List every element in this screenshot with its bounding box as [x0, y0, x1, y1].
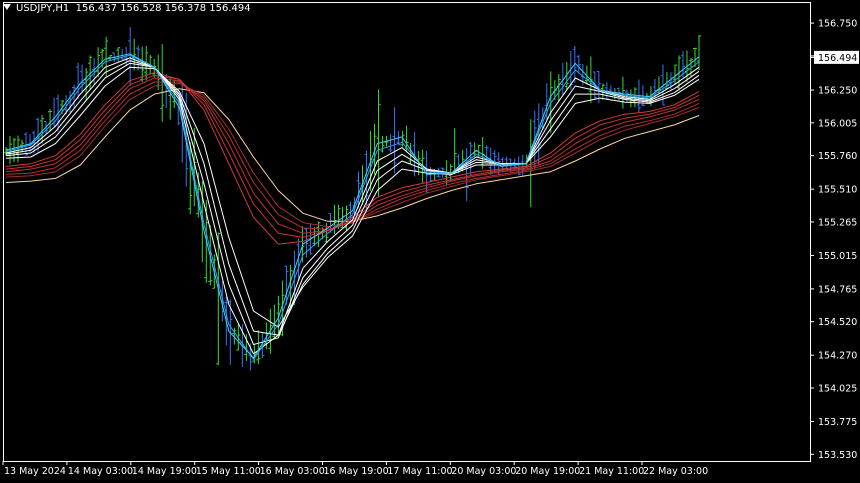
y-tick-label: 154.025: [818, 384, 857, 395]
x-tick-label: 17 May 11:00: [387, 466, 452, 477]
x-tick-label: 14 May 19:00: [132, 466, 197, 477]
x-tick-label: 16 May 19:00: [324, 466, 389, 477]
x-tick-label: 13 May 2024: [4, 466, 66, 477]
y-tick-label: 155.510: [818, 185, 857, 196]
current-price-marker: 156.494: [810, 50, 859, 64]
x-tick-label: 20 May 19:00: [515, 466, 580, 477]
x-tick-label: 15 May 11:00: [196, 466, 261, 477]
y-tick-label: 156.750: [818, 19, 857, 30]
y-tick-label: 156.250: [818, 86, 857, 97]
x-tick-label: 20 May 03:00: [451, 466, 516, 477]
y-tick-label: 155.015: [818, 251, 857, 262]
x-tick-label: 22 May 03:00: [643, 466, 708, 477]
y-tick-label: 155.760: [818, 151, 857, 162]
y-tick-label: 153.530: [818, 450, 857, 461]
y-tick-label: 154.270: [818, 351, 857, 362]
x-tick-label: 14 May 03:00: [68, 466, 133, 477]
y-tick-label: 155.265: [818, 217, 857, 228]
y-tick-label: 156.005: [818, 118, 857, 129]
x-tick-label: 21 May 11:00: [579, 466, 644, 477]
y-tick-label: 154.765: [818, 284, 857, 295]
y-tick-label: 153.775: [818, 417, 857, 428]
plot-background: [0, 0, 860, 483]
x-tick-label: 16 May 03:00: [260, 466, 325, 477]
current-price-label: 156.494: [818, 53, 857, 64]
y-tick-label: 154.520: [818, 317, 857, 328]
chart-canvas: 156.750156.505156.250156.005155.760155.5…: [0, 0, 860, 483]
